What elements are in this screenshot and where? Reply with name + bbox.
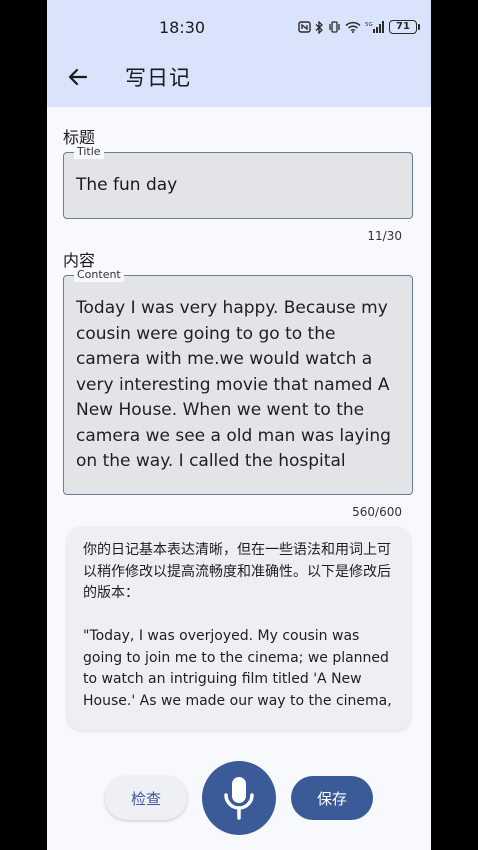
status-icons: 5G 71 bbox=[298, 20, 420, 34]
wifi-icon bbox=[345, 21, 361, 33]
cellular-signal-icon: 5G bbox=[365, 21, 385, 33]
status-time: 18:30 bbox=[158, 18, 206, 37]
microphone-icon bbox=[224, 777, 254, 820]
app-bar: 18:30 5G 71 写日记 bbox=[47, 0, 431, 107]
content-textarea[interactable]: Today I was very happy. Because my cousi… bbox=[76, 296, 402, 474]
save-button[interactable]: 保存 bbox=[291, 776, 373, 820]
content-field[interactable]: Content Today I was very happy. Because … bbox=[63, 268, 413, 495]
bluetooth-icon bbox=[315, 20, 324, 34]
feedback-card[interactable]: 你的日记基本表达清晰，但在一些语法和用词上可以稍作修改以提高流畅度和准确性。以下… bbox=[67, 527, 411, 730]
voice-input-button[interactable] bbox=[202, 761, 276, 835]
back-button[interactable] bbox=[65, 64, 91, 90]
check-button[interactable]: 检查 bbox=[105, 776, 187, 820]
title-char-counter: 11/30 bbox=[367, 229, 402, 243]
content-field-legend: Content bbox=[74, 268, 124, 282]
svg-text:5G: 5G bbox=[365, 22, 373, 28]
arrow-left-icon bbox=[68, 68, 88, 86]
nfc-icon bbox=[298, 21, 311, 33]
title-input-value[interactable]: The fun day bbox=[76, 175, 177, 195]
content-char-counter: 560/600 bbox=[352, 505, 402, 519]
vibrate-icon bbox=[328, 21, 341, 33]
title-field[interactable]: Title The fun day bbox=[63, 145, 413, 219]
battery-icon: 71 bbox=[389, 20, 420, 34]
phone-screen: 18:30 5G 71 写日记 标题 Title The fun day 11/… bbox=[47, 0, 431, 850]
feedback-text: 你的日记基本表达清晰，但在一些语法和用词上可以稍作修改以提高流畅度和准确性。以下… bbox=[83, 542, 392, 709]
page-title: 写日记 bbox=[125, 66, 191, 90]
title-field-legend: Title bbox=[74, 145, 104, 159]
